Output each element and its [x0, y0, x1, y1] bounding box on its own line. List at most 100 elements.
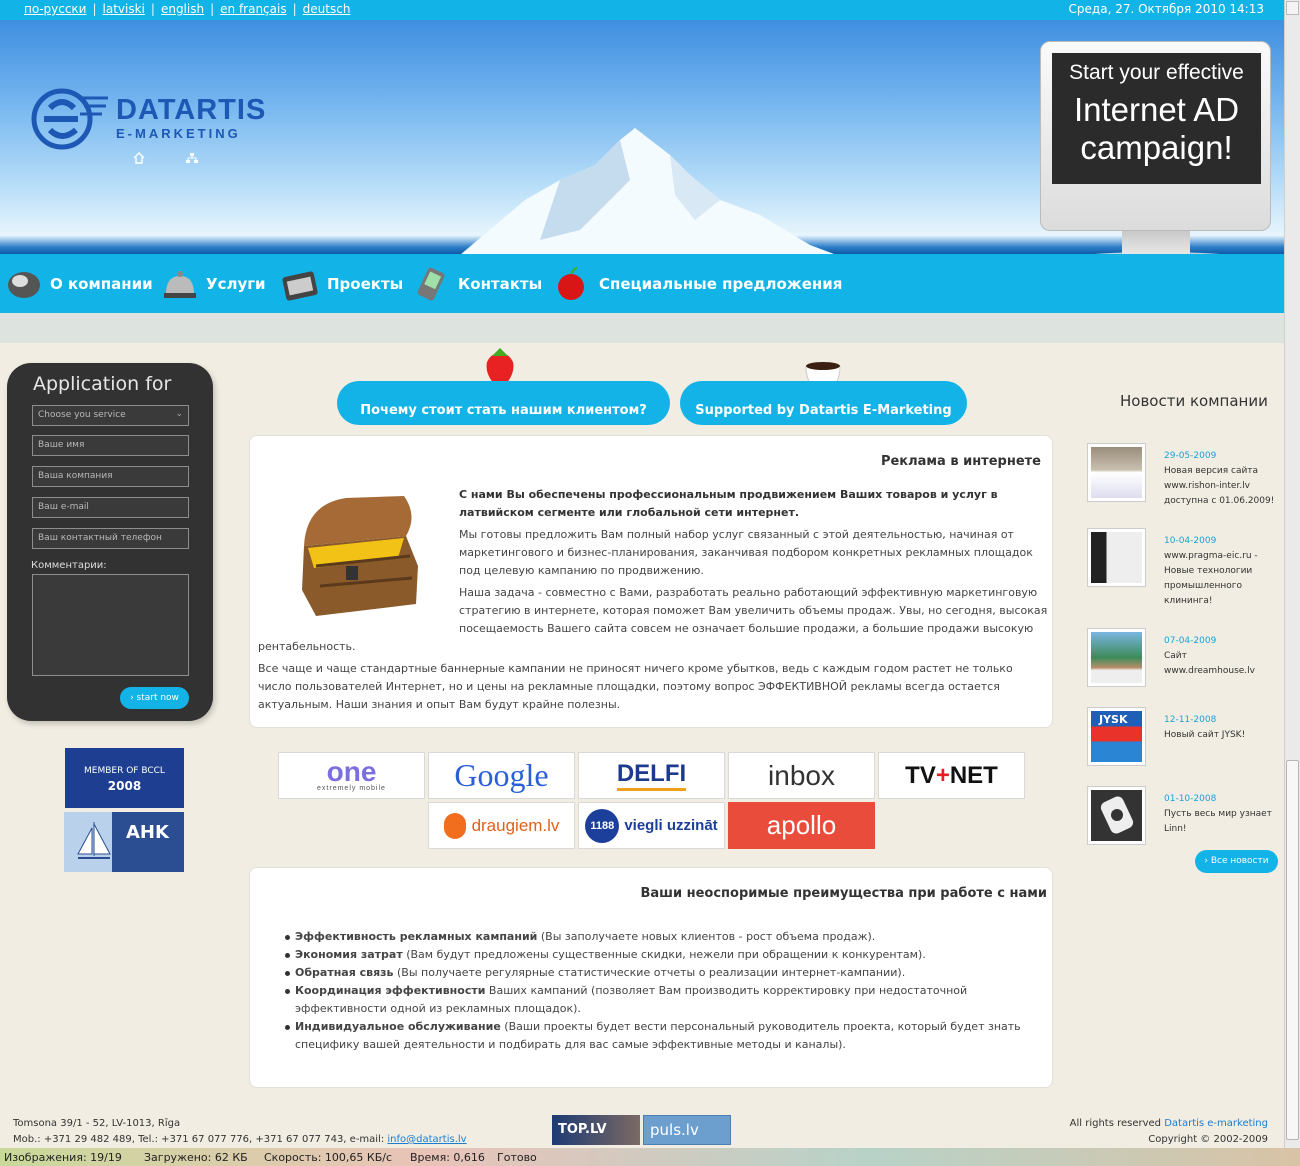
phone-field[interactable]: Ваш контактный телефон — [32, 528, 189, 549]
bccl-member-badge[interactable]: MEMBER OF BCCL 2008 — [65, 748, 184, 808]
mouse-icon — [8, 271, 40, 298]
news-thumbnail[interactable] — [1087, 528, 1146, 587]
all-news-button[interactable]: › Все новости — [1195, 850, 1278, 873]
partner-draugiem-wordmark: draugiem.lv — [471, 815, 560, 835]
partner-logo-one[interactable]: one extremely mobile — [278, 752, 425, 799]
partner-one-tagline: extremely mobile — [317, 785, 386, 792]
start-now-button[interactable]: › start now — [120, 687, 189, 709]
benefit-title: Эффективность рекламных кампаний — [295, 930, 538, 943]
benefits-heading: Ваши неоспоримые преимущества при работе… — [640, 886, 1048, 901]
nav-item-projects[interactable]: Проекты — [281, 254, 403, 313]
footer-rights: All rights reserved — [1069, 1118, 1165, 1129]
footer-address: Tomsona 39/1 - 52, LV-1013, Rīga — [13, 1118, 181, 1129]
plus-icon: + — [935, 761, 950, 789]
tab-why-us[interactable]: Почему стоит стать нашим клиентом? — [337, 381, 670, 425]
treasure-chest-image — [302, 496, 418, 616]
news-thumbnail[interactable]: JYSK — [1087, 707, 1146, 766]
partner-logo-draugiem[interactable]: draugiem.lv — [428, 802, 575, 849]
main-navigation: О компании Услуги Проекты Контакты Специ… — [0, 254, 1284, 313]
pda-icon — [417, 267, 445, 300]
nav-item-about[interactable]: О компании — [6, 254, 153, 313]
nav-item-label: Контакты — [458, 274, 543, 293]
news-thumbnail[interactable] — [1087, 786, 1146, 845]
email-field[interactable]: Ваш e-mail — [32, 497, 189, 518]
partner-tvnet-net: NET — [949, 761, 998, 789]
article-body: С нами Вы обеспечены профессиональным пр… — [258, 486, 1048, 718]
service-select[interactable]: Choose you service ⌄ — [32, 405, 189, 426]
lang-german-link[interactable]: deutsch — [303, 2, 351, 16]
benefit-title: Индивидуальное обслуживание — [295, 1020, 501, 1033]
ahk-badge[interactable]: AHK — [64, 812, 184, 872]
ad-line-2: Internet AD campaign! — [1073, 91, 1240, 166]
news-text: www.pragma-eic.ru - Новые технологии про… — [1164, 551, 1258, 606]
separator: | — [292, 2, 297, 16]
lang-english-link[interactable]: english — [161, 2, 204, 16]
scrollbar-thumb[interactable] — [1286, 760, 1299, 1140]
nav-item-services[interactable]: Услуги — [162, 254, 266, 313]
benefit-title: Координация эффективности — [295, 984, 486, 997]
footer-email-link[interactable]: info@datartis.lv — [387, 1134, 466, 1145]
benefit-item: Обратная связь (Вы получаете регулярные … — [285, 964, 1047, 982]
news-text: Новая версия сайта www.rishon-inter.lv д… — [1164, 466, 1275, 506]
news-thumbnail[interactable] — [1087, 628, 1146, 687]
footer-copyright: All rights reserved Datartis e-marketing… — [1000, 1116, 1268, 1148]
partner-logo-delfi[interactable]: DELFI — [578, 752, 725, 799]
news-info: 07-04-2009 Сайт www.dreamhouse.lv — [1164, 634, 1279, 679]
logo-brand-text: DATARTIS — [116, 94, 267, 126]
article-heading: Реклама в интернете — [880, 454, 1041, 469]
nav-item-contacts[interactable]: Контакты — [414, 254, 542, 313]
case-icon — [282, 270, 318, 301]
news-thumbnail[interactable] — [1087, 443, 1146, 502]
datartis-logo[interactable]: DATARTIS E-MARKETING — [30, 88, 265, 153]
partner-inbox-wordmark: inbox — [768, 759, 835, 791]
lang-latvian-link[interactable]: latviski — [103, 2, 145, 16]
ad-campaign-banner[interactable]: Start your effective Internet AD campaig… — [1052, 53, 1261, 184]
current-datetime: Среда, 27. Октября 2010 14:13 — [1068, 2, 1264, 16]
partner-one-wordmark: one — [326, 756, 377, 787]
sitemap-icon[interactable] — [186, 152, 198, 164]
benefits-card: Ваши неоспоримые преимущества при работе… — [249, 867, 1053, 1088]
footer-rights-line: All rights reserved Datartis e-marketing — [1000, 1116, 1268, 1132]
lang-french-link[interactable]: en français — [220, 2, 286, 16]
partner-1188-tagline: viegli uzzināt — [624, 817, 718, 834]
separator: | — [92, 2, 97, 16]
name-field[interactable]: Ваше имя — [32, 435, 189, 456]
linn-logo-icon — [1100, 796, 1134, 834]
news-info: 01-10-2008 Пусть весь мир узнает Linn! — [1164, 792, 1279, 837]
partner-logo-apollo[interactable]: apollo — [728, 802, 875, 849]
top-lv-counter[interactable]: TOP.LV — [552, 1115, 640, 1145]
footer-contacts: Tomsona 39/1 - 52, LV-1013, Rīga Mob.: +… — [13, 1116, 467, 1148]
lang-russian-link[interactable]: по-русски — [24, 2, 86, 16]
tab-supported-by[interactable]: Supported by Datartis E-Marketing — [680, 381, 967, 425]
partner-logo-inbox[interactable]: inbox — [728, 752, 875, 799]
company-field[interactable]: Ваша компания — [32, 466, 189, 487]
puls-lv-counter[interactable]: puls.lv — [643, 1115, 731, 1145]
comments-textarea[interactable] — [32, 574, 189, 676]
news-info: 29-05-2009 Новая версия сайта www.rishon-… — [1164, 449, 1279, 509]
partner-delfi-wordmark: DELFI — [616, 760, 687, 791]
status-speed: Скорость: 100,65 КБ/с — [264, 1151, 393, 1164]
footer-phones: Mob.: +371 29 482 489, Tel.: +371 67 077… — [13, 1134, 388, 1145]
sailboat-icon — [77, 822, 111, 859]
vertical-scrollbar[interactable] — [1284, 0, 1300, 1148]
scroll-up-arrow-icon[interactable] — [1286, 1, 1299, 15]
partner-logo-google[interactable]: Google — [428, 752, 575, 799]
benefit-item: Экономия затрат (Вам будут предложены су… — [285, 946, 1047, 964]
nav-item-special-offers[interactable]: Специальные предложения — [555, 254, 842, 313]
iceberg-image — [461, 128, 834, 254]
jysk-thumb-label: JYSK — [1099, 713, 1128, 726]
separator: | — [210, 2, 215, 16]
partner-logo-1188[interactable]: 1188 viegli uzzināt — [578, 802, 725, 849]
home-icon[interactable] — [133, 152, 145, 164]
partner-logo-tvnet[interactable]: TV + NET — [878, 752, 1025, 799]
news-text: Новый сайт JYSK! — [1164, 730, 1246, 740]
logo-sub-text: E-MARKETING — [116, 126, 241, 141]
partner-1188-circle: 1188 — [585, 808, 620, 843]
benefit-text: (Вы заполучаете новых клиентов - рост об… — [537, 930, 876, 943]
bccl-badge-line2: 2008 — [107, 779, 142, 793]
benefit-title: Экономия затрат — [295, 948, 403, 961]
footer-copyright-text: Copyright © 2002-2009 — [1148, 1134, 1268, 1145]
status-loaded: Загружено: 62 КБ — [144, 1151, 248, 1164]
news-text: Сайт www.dreamhouse.lv — [1164, 651, 1255, 676]
footer-company-link[interactable]: Datartis e-marketing — [1164, 1118, 1268, 1129]
